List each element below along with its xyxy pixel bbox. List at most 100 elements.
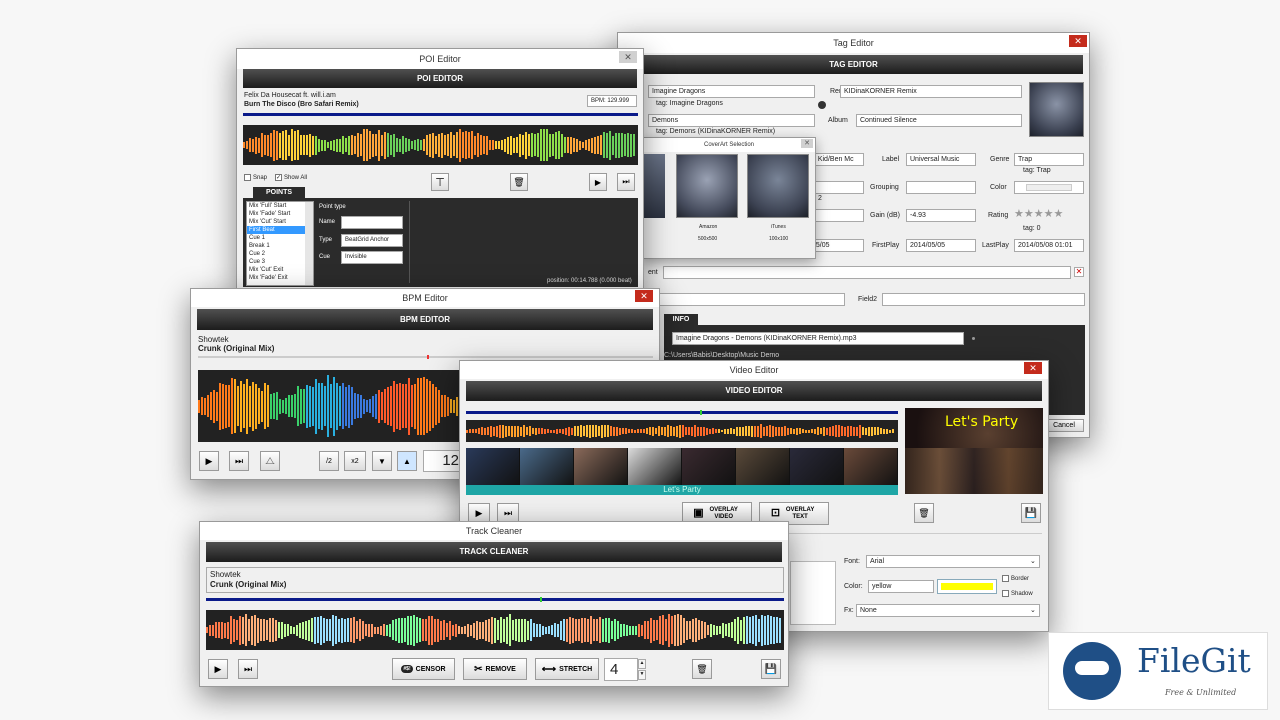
- shadow-checkbox[interactable]: Shadow: [1002, 590, 1033, 597]
- waveform-bar: [350, 618, 352, 642]
- field2[interactable]: [882, 293, 1085, 306]
- bpm-value-field[interactable]: 12: [423, 450, 463, 472]
- grouping-field[interactable]: [906, 181, 976, 194]
- coverart-size: 500x500: [698, 236, 718, 242]
- comment-field[interactable]: [663, 266, 1071, 279]
- color-swatch[interactable]: [937, 579, 997, 594]
- lastplay-field[interactable]: 2014/05/08 01:01: [1014, 239, 1084, 252]
- list-item[interactable]: Mix 'Fade' Start: [247, 210, 313, 218]
- list-item[interactable]: Break 1: [247, 242, 313, 250]
- marker-button[interactable]: ⊤: [431, 173, 449, 191]
- stretch-value-field[interactable]: 4: [604, 658, 638, 681]
- album-field[interactable]: Continued Silence: [856, 114, 1022, 127]
- position-bar[interactable]: [206, 598, 784, 601]
- border-checkbox[interactable]: Border: [1002, 575, 1029, 582]
- waveform-bar: [844, 426, 846, 436]
- position-bar[interactable]: [243, 113, 638, 116]
- label-field[interactable]: Universal Music: [906, 153, 976, 166]
- title-field[interactable]: Demons: [648, 114, 815, 127]
- genre-field[interactable]: Trap: [1014, 153, 1084, 166]
- save-button[interactable]: 💾: [761, 659, 781, 679]
- year-field[interactable]: [808, 181, 864, 194]
- delete-button[interactable]: 🗑: [510, 173, 528, 191]
- play-button[interactable]: ▶: [199, 451, 219, 471]
- color-field[interactable]: [1014, 181, 1084, 194]
- list-item[interactable]: Mix 'Cut' Exit: [247, 266, 313, 274]
- stepper-up-icon[interactable]: ▲: [638, 659, 646, 669]
- list-item[interactable]: Mix 'Full' Start: [247, 202, 313, 210]
- increase-button[interactable]: ▲: [397, 451, 417, 471]
- clear-comment-icon[interactable]: ✕: [1074, 267, 1084, 277]
- close-button[interactable]: ✕: [619, 51, 637, 63]
- artist-text: Felix Da Housecat ft. will.i.am: [244, 92, 336, 99]
- artist-field[interactable]: Imagine Dragons: [648, 85, 815, 98]
- waveform[interactable]: [243, 125, 638, 165]
- stretch-button[interactable]: ⟷ STRETCH: [535, 658, 599, 680]
- cancel-button[interactable]: Cancel: [1044, 419, 1084, 432]
- close-button[interactable]: ✕: [1024, 362, 1042, 374]
- overlay-text-strip[interactable]: Let's Party: [466, 485, 898, 495]
- play-button[interactable]: ▶: [589, 173, 607, 191]
- list-item[interactable]: Cue 1: [247, 234, 313, 242]
- half-bpm-button[interactable]: /2: [319, 451, 339, 471]
- swap-icon[interactable]: [818, 101, 826, 109]
- remove-button[interactable]: ✂ REMOVE: [463, 658, 527, 680]
- coverart-left-partial[interactable]: [643, 154, 665, 218]
- play-button[interactable]: ▶: [468, 503, 490, 523]
- gain-field[interactable]: -4.93: [906, 209, 976, 222]
- close-button[interactable]: ✕: [635, 290, 653, 302]
- color-field[interactable]: yellow: [868, 580, 934, 593]
- waveform[interactable]: [466, 420, 898, 442]
- skip-end-button[interactable]: ⏭: [229, 451, 249, 471]
- points-list[interactable]: Mix 'Full' Start Mix 'Fade' Start Mix 'C…: [246, 201, 314, 286]
- font-select[interactable]: Arial: [866, 555, 1040, 568]
- censor-button[interactable]: #$! CENSOR: [392, 658, 455, 680]
- waveform-bar: [392, 620, 394, 640]
- close-button[interactable]: ✕: [1069, 35, 1087, 47]
- waveform-bar: [739, 426, 741, 436]
- coverart-amazon[interactable]: [676, 154, 738, 218]
- bpm-field[interactable]: [808, 209, 864, 222]
- double-bpm-button[interactable]: x2: [344, 451, 366, 471]
- delete-button[interactable]: 🗑: [692, 659, 712, 679]
- position-bar[interactable]: [466, 411, 898, 414]
- list-item[interactable]: Cue 3: [247, 258, 313, 266]
- album-cover-image[interactable]: [1029, 82, 1084, 137]
- waveform-bar: [492, 140, 494, 150]
- close-button[interactable]: ✕: [801, 139, 813, 148]
- delete-button[interactable]: 🗑: [914, 503, 934, 523]
- skip-end-button[interactable]: ⏭: [617, 173, 635, 191]
- play-button[interactable]: ▶: [208, 659, 228, 679]
- list-item[interactable]: Mix 'Cut' Start: [247, 218, 313, 226]
- name-field[interactable]: [341, 216, 403, 229]
- remix-field[interactable]: KIDinaKORNER Remix: [840, 85, 1022, 98]
- filename-field[interactable]: Imagine Dragons - Demons (KIDinaKORNER R…: [672, 332, 964, 345]
- composer-field[interactable]: a Kid/Ben Mc: [808, 153, 864, 166]
- skip-end-button[interactable]: ⏭: [497, 503, 519, 523]
- text-area[interactable]: [790, 561, 836, 625]
- points-tab[interactable]: POINTS: [253, 187, 305, 198]
- type-select[interactable]: BeatGrid Anchor: [341, 234, 403, 247]
- coverart-itunes[interactable]: [747, 154, 809, 218]
- video-filmstrip[interactable]: [466, 448, 898, 486]
- list-scrollbar[interactable]: [305, 202, 313, 285]
- show-all-checkbox[interactable]: ✓ Show All: [275, 174, 307, 181]
- fx-select[interactable]: None: [856, 604, 1040, 617]
- waveform[interactable]: [206, 610, 784, 650]
- stepper-down-icon[interactable]: ▼: [638, 670, 646, 680]
- snap-checkbox[interactable]: Snap: [244, 174, 267, 181]
- field1[interactable]: [648, 293, 845, 306]
- waveform-bar: [606, 132, 608, 158]
- save-button[interactable]: 💾: [1021, 503, 1041, 523]
- firstplay-field[interactable]: 2014/05/05: [906, 239, 976, 252]
- progress-track[interactable]: [198, 356, 653, 358]
- list-item[interactable]: Cue 2: [247, 250, 313, 258]
- metronome-button[interactable]: ⧍: [260, 451, 280, 471]
- list-item[interactable]: Mix 'Fade' Exit: [247, 274, 313, 282]
- rating-stars[interactable]: ★★★★★: [1014, 209, 1063, 220]
- date-field[interactable]: 05/05: [808, 239, 864, 252]
- list-item[interactable]: First Beat: [247, 226, 313, 234]
- decrease-button[interactable]: ▼: [372, 451, 392, 471]
- cue-select[interactable]: Invisible: [341, 251, 403, 264]
- skip-end-button[interactable]: ⏭: [238, 659, 258, 679]
